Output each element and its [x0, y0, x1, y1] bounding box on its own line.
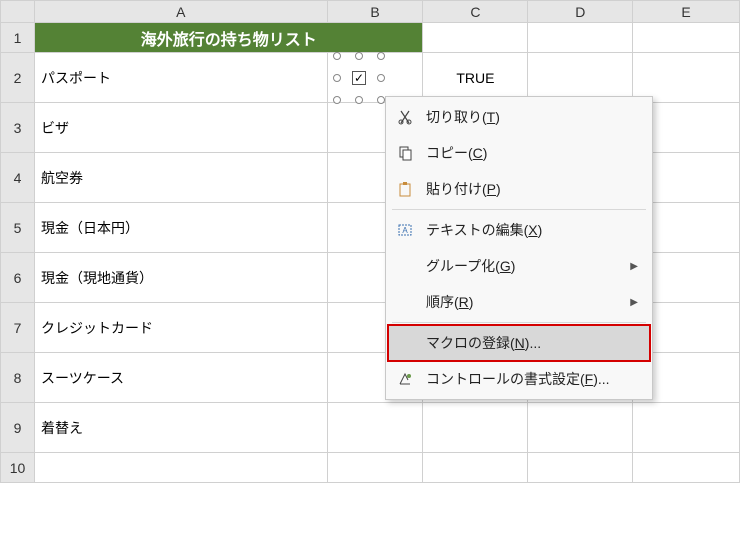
menu-separator — [392, 209, 646, 210]
cell-c2[interactable]: TRUE — [423, 53, 528, 103]
cell-d1[interactable] — [528, 23, 633, 53]
menu-paste-label: 貼り付け(P) — [426, 179, 642, 199]
submenu-arrow-icon: ▶ — [630, 261, 642, 272]
edit-text-icon: A — [394, 222, 416, 238]
menu-format-control[interactable]: コントロールの書式設定(F)... — [388, 361, 650, 397]
title-cell[interactable]: 海外旅行の持ち物リスト — [34, 23, 422, 53]
menu-edit-text-label: テキストの編集(X) — [426, 220, 642, 240]
selection-handle[interactable] — [377, 74, 385, 82]
cell-e9[interactable] — [633, 403, 740, 453]
row-header-8[interactable]: 8 — [1, 353, 35, 403]
menu-group[interactable]: グループ化(G) ▶ — [388, 248, 650, 284]
row-header-3[interactable]: 3 — [1, 103, 35, 153]
col-header-b[interactable]: B — [327, 1, 423, 23]
cell-a9[interactable]: 着替え — [34, 403, 327, 453]
cell-a4[interactable]: 航空券 — [34, 153, 327, 203]
selection-handle[interactable] — [333, 74, 341, 82]
cell-a8[interactable]: スーツケース — [34, 353, 327, 403]
menu-cut-label: 切り取り(T) — [426, 107, 642, 127]
col-header-e[interactable]: E — [633, 1, 740, 23]
cell-a7[interactable]: クレジットカード — [34, 303, 327, 353]
menu-copy[interactable]: コピー(C) — [388, 135, 650, 171]
menu-copy-label: コピー(C) — [426, 143, 642, 163]
menu-paste[interactable]: 貼り付け(P) — [388, 171, 650, 207]
menu-assign-macro-label: マクロの登録(N)... — [426, 333, 642, 353]
col-header-d[interactable]: D — [528, 1, 633, 23]
menu-order[interactable]: 順序(R) ▶ — [388, 284, 650, 320]
row-header-6[interactable]: 6 — [1, 253, 35, 303]
submenu-arrow-icon: ▶ — [630, 297, 642, 308]
scissors-icon — [394, 109, 416, 125]
cell-c10[interactable] — [423, 453, 528, 483]
row-header-7[interactable]: 7 — [1, 303, 35, 353]
menu-cut[interactable]: 切り取り(T) — [388, 99, 650, 135]
corner-cell[interactable] — [1, 1, 35, 23]
menu-group-label: グループ化(G) — [426, 256, 620, 276]
cell-b10[interactable] — [327, 453, 423, 483]
menu-format-control-label: コントロールの書式設定(F)... — [426, 369, 642, 389]
col-header-c[interactable]: C — [423, 1, 528, 23]
cell-c9[interactable] — [423, 403, 528, 453]
row-header-9[interactable]: 9 — [1, 403, 35, 453]
paste-icon — [394, 181, 416, 197]
cell-a6[interactable]: 現金（現地通貨） — [34, 253, 327, 303]
context-menu: 切り取り(T) コピー(C) 貼り付け(P) A テキストの編集(X) グループ… — [385, 96, 653, 400]
cell-e2[interactable] — [633, 53, 740, 103]
cell-e10[interactable] — [633, 453, 740, 483]
checkbox-control[interactable]: ✓ — [335, 54, 383, 102]
cell-d9[interactable] — [528, 403, 633, 453]
cell-a2[interactable]: パスポート — [34, 53, 327, 103]
format-icon — [394, 371, 416, 387]
row-header-2[interactable]: 2 — [1, 53, 35, 103]
cell-a10[interactable] — [34, 453, 327, 483]
cell-c1[interactable] — [423, 23, 528, 53]
col-header-a[interactable]: A — [34, 1, 327, 23]
row-header-4[interactable]: 4 — [1, 153, 35, 203]
cell-b9[interactable] — [327, 403, 423, 453]
menu-edit-text[interactable]: A テキストの編集(X) — [388, 212, 650, 248]
row-header-1[interactable]: 1 — [1, 23, 35, 53]
copy-icon — [394, 145, 416, 161]
menu-assign-macro[interactable]: マクロの登録(N)... — [388, 325, 650, 361]
row-header-10[interactable]: 10 — [1, 453, 35, 483]
cell-a5[interactable]: 現金（日本円） — [34, 203, 327, 253]
row-header-5[interactable]: 5 — [1, 203, 35, 253]
cell-a3[interactable]: ビザ — [34, 103, 327, 153]
selection-handle[interactable] — [377, 52, 385, 60]
checkbox-box[interactable]: ✓ — [352, 71, 366, 85]
selection-handle[interactable] — [355, 96, 363, 104]
cell-e1[interactable] — [633, 23, 740, 53]
selection-handle[interactable] — [355, 52, 363, 60]
menu-separator — [392, 322, 646, 323]
selection-handle[interactable] — [333, 96, 341, 104]
cell-d10[interactable] — [528, 453, 633, 483]
cell-d2[interactable] — [528, 53, 633, 103]
menu-order-label: 順序(R) — [426, 292, 620, 312]
selection-handle[interactable] — [377, 96, 385, 104]
svg-text:A: A — [402, 226, 408, 235]
selection-handle[interactable] — [333, 52, 341, 60]
